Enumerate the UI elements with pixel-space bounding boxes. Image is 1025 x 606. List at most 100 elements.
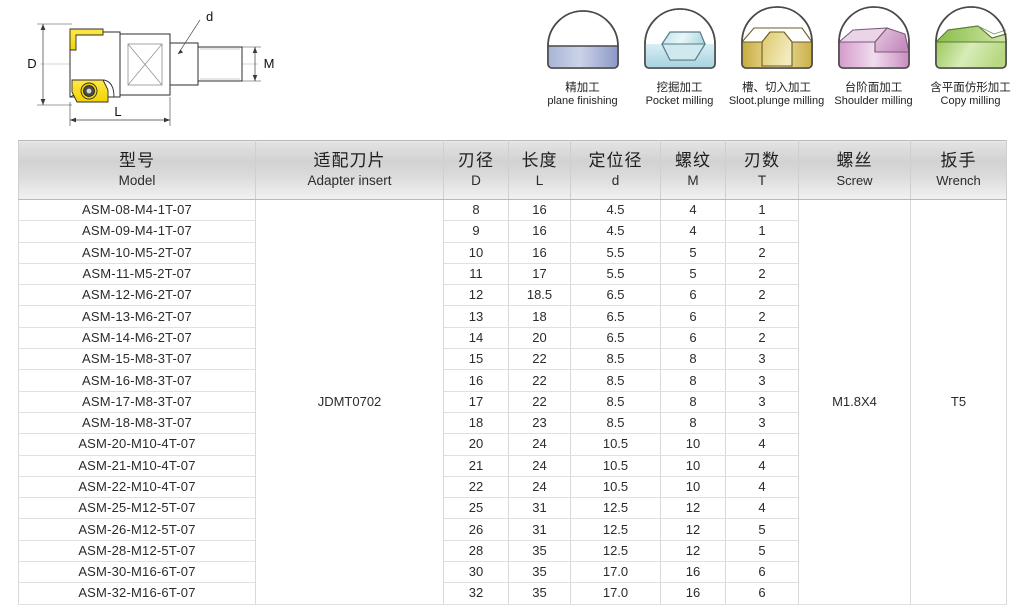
cell-pilot-diameter: 8.5 (570, 411, 661, 435)
column-header-length-en: L (535, 173, 544, 188)
cell-length: 35 (508, 582, 571, 605)
cell-thread: 8 (660, 411, 726, 435)
cell-teeth: 2 (725, 305, 799, 328)
cell-thread: 12 (660, 539, 726, 563)
app-icon-label-cn: 台阶面加工 (844, 82, 903, 94)
cell-length: 23 (508, 411, 571, 435)
column-header-thread-cn: 螺纹 (675, 151, 711, 170)
cell-cutting-diameter: 11 (443, 262, 509, 286)
cell-cutting-diameter: 14 (443, 326, 509, 350)
app-icon-copy-milling: 含平面仿形加工 Copy milling (923, 4, 1018, 108)
app-icon-label-en: Copy milling (940, 95, 1001, 107)
cell-thread: 16 (660, 582, 726, 605)
cell-cutting-diameter: 18 (443, 411, 509, 435)
column-header-cutting-diameter-cn: 刃径 (458, 151, 494, 170)
cell-model: ASM-30-M16-6T-07 (18, 561, 256, 584)
shoulder-milling-icon (837, 6, 910, 69)
column-header-model: 型号 Model (18, 140, 256, 200)
cell-pilot-diameter: 8.5 (570, 369, 661, 392)
pocket-milling-icon (643, 8, 716, 69)
cell-pilot-diameter: 12.5 (570, 539, 661, 563)
cell-model: ASM-10-M5-2T-07 (18, 241, 256, 264)
table-body: ASM-08-M4-1T-07 JDMT0702 8 16 4.5 4 1 M1.8X4 T5 A… (18, 198, 1007, 605)
cell-teeth: 6 (725, 561, 799, 584)
cell-model: ASM-12-M6-2T-07 (18, 284, 256, 307)
cell-length: 16 (508, 198, 571, 222)
column-header-pilot-diameter-en: d (611, 173, 620, 188)
cell-teeth: 2 (725, 241, 799, 264)
cell-model: ASM-26-M12-5T-07 (18, 518, 256, 541)
cell-screw: M1.8X4 (798, 199, 911, 605)
specification-table-container: 型号 Model 适配刀片 Adapter insert 刃径 D 长度 L 定… (18, 140, 1007, 605)
cell-thread: 10 (660, 475, 726, 499)
specification-table: 型号 Model 适配刀片 Adapter insert 刃径 D 长度 L 定… (18, 140, 1007, 605)
cell-model: ASM-13-M6-2T-07 (18, 305, 256, 328)
column-header-wrench-cn: 扳手 (940, 151, 977, 170)
cell-teeth: 4 (725, 454, 799, 477)
cell-model: ASM-21-M10-4T-07 (18, 454, 256, 477)
app-icon-label-en: plane finishing (547, 95, 618, 107)
app-icon-pocket-milling: 挖掘加工 Pocket milling (632, 4, 727, 108)
cell-cutting-diameter: 20 (443, 433, 509, 456)
cell-cutting-diameter: 26 (443, 518, 509, 541)
cell-length: 24 (508, 454, 571, 477)
cell-cutting-diameter: 13 (443, 305, 509, 328)
cell-model: ASM-17-M8-3T-07 (18, 390, 256, 413)
column-header-length: 长度 L (508, 140, 571, 200)
cell-cutting-diameter: 12 (443, 284, 509, 307)
cell-pilot-diameter: 10.5 (570, 454, 661, 477)
cell-length: 31 (508, 518, 571, 541)
app-icon-slot-plunge-milling: 槽、切入加工 Sloot.plunge milling (729, 4, 824, 108)
cell-teeth: 1 (725, 220, 799, 243)
column-header-teeth-cn: 刃数 (744, 151, 780, 170)
cell-model: ASM-08-M4-1T-07 (18, 198, 256, 222)
dimension-label-D: D (27, 56, 36, 71)
column-header-teeth: 刃数 T (725, 140, 799, 200)
app-icon-label-cn: 槽、切入加工 (742, 82, 811, 94)
cell-model: ASM-11-M5-2T-07 (18, 262, 256, 286)
cell-model: ASM-32-M16-6T-07 (18, 582, 256, 605)
cell-teeth: 2 (725, 262, 799, 286)
cell-thread: 10 (660, 433, 726, 456)
cell-wrench: T5 (910, 199, 1007, 605)
column-header-pilot-diameter: 定位径 d (570, 140, 661, 200)
cell-thread: 4 (660, 198, 726, 222)
column-header-thread: 螺纹 M (660, 140, 726, 200)
cell-teeth: 1 (725, 198, 799, 222)
cell-length: 24 (508, 475, 571, 499)
cell-cutting-diameter: 8 (443, 198, 509, 222)
cell-pilot-diameter: 12.5 (570, 497, 661, 520)
slot-plunge-milling-icon (740, 6, 813, 69)
cell-model: ASM-25-M12-5T-07 (18, 497, 256, 520)
cell-teeth: 5 (725, 539, 799, 563)
cell-pilot-diameter: 4.5 (570, 198, 661, 222)
cell-thread: 5 (660, 241, 726, 264)
cell-length: 20 (508, 326, 571, 350)
cell-length: 16 (508, 220, 571, 243)
cell-teeth: 3 (725, 348, 799, 371)
cell-cutting-diameter: 10 (443, 241, 509, 264)
app-icon-label-en: Pocket milling (645, 95, 714, 107)
tool-technical-drawing: D d M L (27, 9, 274, 126)
cell-cutting-diameter: 30 (443, 561, 509, 584)
cell-teeth: 2 (725, 284, 799, 307)
cell-teeth: 3 (725, 369, 799, 392)
cell-length: 16 (508, 241, 571, 264)
app-icon-label-en: Sloot.plunge milling (728, 95, 825, 107)
copy-milling-icon (934, 6, 1007, 69)
cell-length: 31 (508, 497, 571, 520)
table-header-row: 型号 Model 适配刀片 Adapter insert 刃径 D 长度 L 定… (18, 140, 1007, 200)
cell-cutting-diameter: 28 (443, 539, 509, 563)
cell-pilot-diameter: 10.5 (570, 433, 661, 456)
cell-pilot-diameter: 6.5 (570, 326, 661, 350)
cell-teeth: 3 (725, 390, 799, 413)
column-header-cutting-diameter: 刃径 D (443, 140, 509, 200)
column-header-pilot-diameter-cn: 定位径 (588, 151, 643, 170)
cell-cutting-diameter: 16 (443, 369, 509, 392)
column-header-adapter-insert-cn: 适配刀片 (313, 151, 386, 170)
cell-teeth: 4 (725, 475, 799, 499)
plane-finishing-icon (546, 10, 619, 69)
cell-model: ASM-20-M10-4T-07 (18, 433, 256, 456)
app-icon-label-cn: 含平面仿形加工 (930, 82, 1011, 94)
cell-thread: 8 (660, 369, 726, 392)
